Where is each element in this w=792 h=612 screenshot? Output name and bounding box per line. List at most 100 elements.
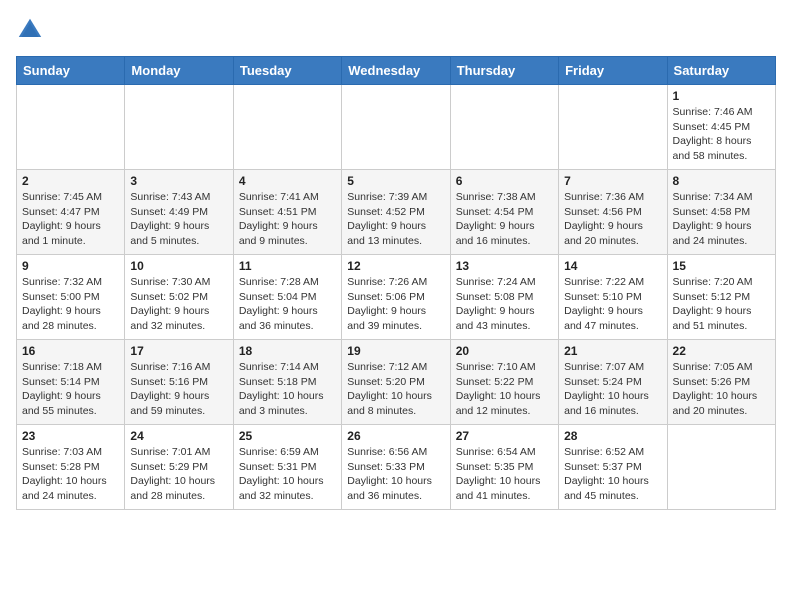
day-info: Sunrise: 7:39 AM Sunset: 4:52 PM Dayligh… [347,190,444,249]
calendar-week-4: 16 Sunrise: 7:18 AM Sunset: 5:14 PM Dayli… [17,340,776,425]
day-number: 19 [347,344,444,358]
day-info: Sunrise: 7:26 AM Sunset: 5:06 PM Dayligh… [347,275,444,334]
day-number: 10 [130,259,227,273]
day-info: Sunrise: 6:59 AM Sunset: 5:31 PM Dayligh… [239,445,336,504]
calendar-cell: 20 Sunrise: 7:10 AM Sunset: 5:22 PM Dayli… [450,340,558,425]
logo [16,16,48,44]
day-info: Sunrise: 6:52 AM Sunset: 5:37 PM Dayligh… [564,445,661,504]
day-number: 17 [130,344,227,358]
day-number: 28 [564,429,661,443]
day-info: Sunrise: 7:03 AM Sunset: 5:28 PM Dayligh… [22,445,119,504]
calendar-cell: 14Sunrise: 7:22 AM Sunset: 5:10 PM Dayli… [559,255,667,340]
day-number: 26 [347,429,444,443]
calendar-cell: 19 Sunrise: 7:12 AM Sunset: 5:20 PM Dayli… [342,340,450,425]
calendar-cell: 25 Sunrise: 6:59 AM Sunset: 5:31 PM Dayli… [233,425,341,510]
day-info: Sunrise: 7:07 AM Sunset: 5:24 PM Dayligh… [564,360,661,419]
calendar-cell [233,85,341,170]
day-number: 16 [22,344,119,358]
day-number: 21 [564,344,661,358]
calendar-cell: 28 Sunrise: 6:52 AM Sunset: 5:37 PM Dayli… [559,425,667,510]
calendar-cell [559,85,667,170]
calendar-cell [342,85,450,170]
day-info: Sunrise: 7:12 AM Sunset: 5:20 PM Dayligh… [347,360,444,419]
day-number: 15 [673,259,770,273]
calendar-header-sunday: Sunday [17,57,125,85]
calendar-cell: 21 Sunrise: 7:07 AM Sunset: 5:24 PM Dayli… [559,340,667,425]
day-info: Sunrise: 6:54 AM Sunset: 5:35 PM Dayligh… [456,445,553,504]
calendar-header-friday: Friday [559,57,667,85]
calendar-cell: 9 Sunrise: 7:32 AM Sunset: 5:00 PM Daylig… [17,255,125,340]
day-number: 1 [673,89,770,103]
day-number: 2 [22,174,119,188]
day-info: Sunrise: 7:38 AM Sunset: 4:54 PM Dayligh… [456,190,553,249]
calendar-cell: 6 Sunrise: 7:38 AM Sunset: 4:54 PM Daylig… [450,170,558,255]
day-number: 3 [130,174,227,188]
calendar-week-5: 23 Sunrise: 7:03 AM Sunset: 5:28 PM Dayli… [17,425,776,510]
calendar-cell: 11 Sunrise: 7:28 AM Sunset: 5:04 PM Dayli… [233,255,341,340]
day-info: Sunrise: 7:32 AM Sunset: 5:00 PM Dayligh… [22,275,119,334]
day-number: 12 [347,259,444,273]
day-info: Sunrise: 7:20 AM Sunset: 5:12 PM Dayligh… [673,275,770,334]
calendar-cell: 4 Sunrise: 7:41 AM Sunset: 4:51 PM Daylig… [233,170,341,255]
day-info: Sunrise: 7:28 AM Sunset: 5:04 PM Dayligh… [239,275,336,334]
calendar-header-saturday: Saturday [667,57,775,85]
calendar-cell [17,85,125,170]
day-info: Sunrise: 6:56 AM Sunset: 5:33 PM Dayligh… [347,445,444,504]
day-info: Sunrise: 7:43 AM Sunset: 4:49 PM Dayligh… [130,190,227,249]
calendar: SundayMondayTuesdayWednesdayThursdayFrid… [16,56,776,510]
logo-icon [16,16,44,44]
day-info: Sunrise: 7:46 AM Sunset: 4:45 PM Dayligh… [673,105,770,164]
header [16,16,776,44]
calendar-cell: 1 Sunrise: 7:46 AM Sunset: 4:45 PM Daylig… [667,85,775,170]
day-number: 27 [456,429,553,443]
calendar-cell: 10 Sunrise: 7:30 AM Sunset: 5:02 PM Dayli… [125,255,233,340]
day-number: 25 [239,429,336,443]
calendar-header-wednesday: Wednesday [342,57,450,85]
calendar-header-thursday: Thursday [450,57,558,85]
day-number: 14 [564,259,661,273]
day-number: 9 [22,259,119,273]
day-info: Sunrise: 7:30 AM Sunset: 5:02 PM Dayligh… [130,275,227,334]
calendar-cell: 8 Sunrise: 7:34 AM Sunset: 4:58 PM Daylig… [667,170,775,255]
day-number: 7 [564,174,661,188]
day-number: 13 [456,259,553,273]
calendar-cell [667,425,775,510]
calendar-cell: 16 Sunrise: 7:18 AM Sunset: 5:14 PM Dayli… [17,340,125,425]
calendar-week-2: 2 Sunrise: 7:45 AM Sunset: 4:47 PM Daylig… [17,170,776,255]
calendar-cell: 13 Sunrise: 7:24 AM Sunset: 5:08 PM Dayli… [450,255,558,340]
day-info: Sunrise: 7:05 AM Sunset: 5:26 PM Dayligh… [673,360,770,419]
day-number: 20 [456,344,553,358]
calendar-week-3: 9 Sunrise: 7:32 AM Sunset: 5:00 PM Daylig… [17,255,776,340]
day-number: 22 [673,344,770,358]
calendar-cell: 26 Sunrise: 6:56 AM Sunset: 5:33 PM Dayli… [342,425,450,510]
calendar-header-row: SundayMondayTuesdayWednesdayThursdayFrid… [17,57,776,85]
day-number: 18 [239,344,336,358]
day-info: Sunrise: 7:34 AM Sunset: 4:58 PM Dayligh… [673,190,770,249]
day-info: Sunrise: 7:16 AM Sunset: 5:16 PM Dayligh… [130,360,227,419]
calendar-header-monday: Monday [125,57,233,85]
day-number: 11 [239,259,336,273]
day-number: 4 [239,174,336,188]
calendar-cell: 23 Sunrise: 7:03 AM Sunset: 5:28 PM Dayli… [17,425,125,510]
day-info: Sunrise: 7:14 AM Sunset: 5:18 PM Dayligh… [239,360,336,419]
calendar-cell: 2 Sunrise: 7:45 AM Sunset: 4:47 PM Daylig… [17,170,125,255]
day-number: 8 [673,174,770,188]
calendar-cell: 15 Sunrise: 7:20 AM Sunset: 5:12 PM Dayli… [667,255,775,340]
day-number: 6 [456,174,553,188]
calendar-cell: 22 Sunrise: 7:05 AM Sunset: 5:26 PM Dayli… [667,340,775,425]
day-number: 23 [22,429,119,443]
day-info: Sunrise: 7:24 AM Sunset: 5:08 PM Dayligh… [456,275,553,334]
day-info: Sunrise: 7:45 AM Sunset: 4:47 PM Dayligh… [22,190,119,249]
calendar-cell [450,85,558,170]
calendar-cell: 24Sunrise: 7:01 AM Sunset: 5:29 PM Dayli… [125,425,233,510]
day-info: Sunrise: 7:01 AM Sunset: 5:29 PM Dayligh… [130,445,227,504]
day-info: Sunrise: 7:36 AM Sunset: 4:56 PM Dayligh… [564,190,661,249]
calendar-cell: 5 Sunrise: 7:39 AM Sunset: 4:52 PM Daylig… [342,170,450,255]
day-info: Sunrise: 7:10 AM Sunset: 5:22 PM Dayligh… [456,360,553,419]
calendar-cell: 7 Sunrise: 7:36 AM Sunset: 4:56 PM Daylig… [559,170,667,255]
day-number: 5 [347,174,444,188]
calendar-cell: 18 Sunrise: 7:14 AM Sunset: 5:18 PM Dayli… [233,340,341,425]
day-info: Sunrise: 7:18 AM Sunset: 5:14 PM Dayligh… [22,360,119,419]
day-info: Sunrise: 7:41 AM Sunset: 4:51 PM Dayligh… [239,190,336,249]
calendar-cell: 12 Sunrise: 7:26 AM Sunset: 5:06 PM Dayli… [342,255,450,340]
